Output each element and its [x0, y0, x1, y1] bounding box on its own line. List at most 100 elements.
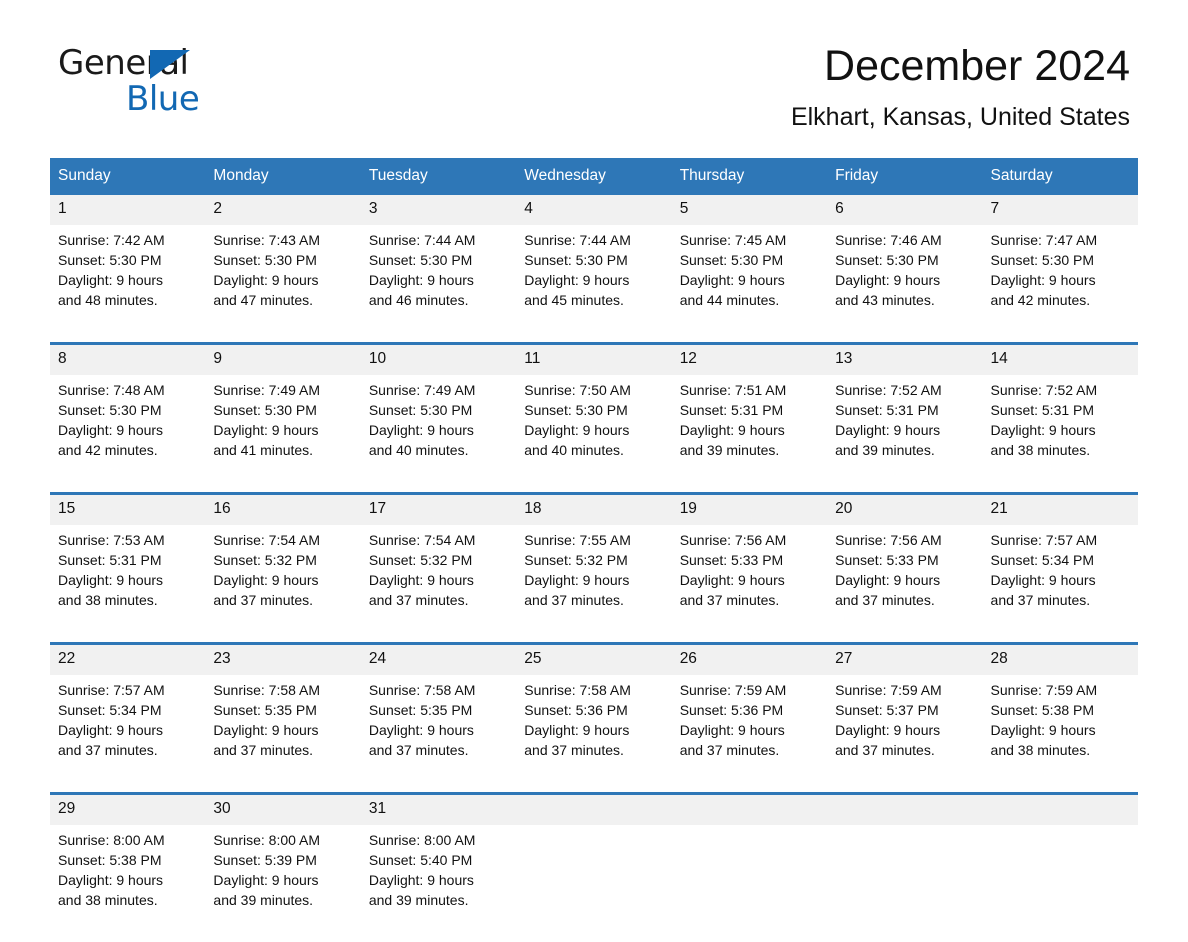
day-number[interactable]: 26: [671, 642, 828, 675]
day-number[interactable]: 4: [516, 195, 672, 225]
day-cell[interactable]: Sunrise: 7:52 AM Sunset: 5:31 PM Dayligh…: [827, 375, 983, 494]
daylight-text: Daylight: 9 hours: [524, 572, 630, 588]
day-number[interactable]: 6: [827, 195, 983, 225]
daylight-text: Daylight: 9 hours: [679, 272, 785, 288]
day-cell[interactable]: Sunrise: 7:56 AM Sunset: 5:33 PM Dayligh…: [671, 525, 828, 644]
week-daynum-row: 15 16 17 18 19 20 21: [50, 492, 1138, 525]
day-cell[interactable]: Sunrise: 7:49 AM Sunset: 5:30 PM Dayligh…: [360, 375, 517, 494]
day-number[interactable]: 13: [827, 342, 983, 375]
daylight-text-cont: and 37 minutes.: [58, 742, 158, 758]
daylight-text: Daylight: 9 hours: [58, 722, 164, 738]
day-cell[interactable]: Sunrise: 7:58 AM Sunset: 5:35 PM Dayligh…: [360, 675, 517, 794]
day-cell[interactable]: Sunrise: 7:54 AM Sunset: 5:32 PM Dayligh…: [205, 525, 361, 644]
day-number[interactable]: 9: [205, 342, 361, 375]
day-cell[interactable]: Sunrise: 7:57 AM Sunset: 5:34 PM Dayligh…: [50, 675, 206, 794]
week-detail-row: Sunrise: 7:48 AM Sunset: 5:30 PM Dayligh…: [50, 375, 1138, 494]
day-number[interactable]: 22: [50, 642, 206, 675]
day-number[interactable]: 14: [982, 342, 1138, 375]
daylight-text-cont: and 37 minutes.: [524, 592, 624, 608]
day-cell[interactable]: Sunrise: 7:53 AM Sunset: 5:31 PM Dayligh…: [50, 525, 206, 644]
sunset-text: Sunset: 5:31 PM: [679, 402, 784, 418]
daylight-text: Daylight: 9 hours: [835, 272, 941, 288]
day-cell[interactable]: Sunrise: 7:58 AM Sunset: 5:36 PM Dayligh…: [516, 675, 672, 794]
day-cell[interactable]: Sunrise: 7:42 AM Sunset: 5:30 PM Dayligh…: [50, 225, 206, 344]
day-number[interactable]: 8: [50, 342, 206, 375]
day-number[interactable]: 20: [827, 492, 983, 525]
day-cell[interactable]: Sunrise: 7:45 AM Sunset: 5:30 PM Dayligh…: [671, 225, 828, 344]
sunrise-text: Sunrise: 7:54 AM: [213, 532, 321, 548]
daylight-text-cont: and 37 minutes.: [679, 592, 780, 608]
daylight-text: Daylight: 9 hours: [213, 722, 319, 738]
day-cell[interactable]: Sunrise: 7:59 AM Sunset: 5:37 PM Dayligh…: [827, 675, 983, 794]
day-cell[interactable]: Sunrise: 8:00 AM Sunset: 5:40 PM Dayligh…: [360, 825, 517, 942]
daylight-text: Daylight: 9 hours: [58, 872, 164, 888]
day-number[interactable]: 23: [205, 642, 361, 675]
sunset-text: Sunset: 5:30 PM: [213, 252, 317, 268]
sunrise-text: Sunrise: 8:00 AM: [58, 832, 165, 848]
sunset-text: Sunset: 5:31 PM: [835, 402, 939, 418]
day-number-empty: [827, 792, 983, 825]
sunrise-text: Sunrise: 7:42 AM: [58, 232, 165, 248]
day-number[interactable]: 15: [50, 492, 206, 525]
day-cell[interactable]: Sunrise: 7:54 AM Sunset: 5:32 PM Dayligh…: [360, 525, 517, 644]
day-number[interactable]: 2: [205, 195, 361, 225]
day-number[interactable]: 27: [827, 642, 983, 675]
daylight-text-cont: and 39 minutes.: [368, 892, 469, 908]
daylight-text: Daylight: 9 hours: [213, 572, 319, 588]
day-number[interactable]: 28: [982, 642, 1138, 675]
day-number[interactable]: 21: [982, 492, 1138, 525]
day-cell[interactable]: Sunrise: 7:47 AM Sunset: 5:30 PM Dayligh…: [982, 225, 1138, 344]
day-number[interactable]: 17: [360, 492, 517, 525]
day-number[interactable]: 24: [360, 642, 517, 675]
weekday-header-sunday: Sunday: [50, 158, 206, 195]
day-number[interactable]: 3: [360, 195, 517, 225]
day-cell[interactable]: Sunrise: 7:51 AM Sunset: 5:31 PM Dayligh…: [671, 375, 828, 494]
day-number[interactable]: 25: [516, 642, 672, 675]
day-cell[interactable]: Sunrise: 7:52 AM Sunset: 5:31 PM Dayligh…: [982, 375, 1138, 494]
day-cell[interactable]: Sunrise: 7:49 AM Sunset: 5:30 PM Dayligh…: [205, 375, 361, 494]
sunrise-text: Sunrise: 7:58 AM: [368, 682, 476, 698]
day-number[interactable]: 10: [360, 342, 517, 375]
sunrise-text: Sunrise: 7:56 AM: [835, 532, 942, 548]
daylight-text-cont: and 40 minutes.: [524, 442, 624, 458]
day-cell[interactable]: Sunrise: 7:46 AM Sunset: 5:30 PM Dayligh…: [827, 225, 983, 344]
daylight-text-cont: and 42 minutes.: [58, 442, 158, 458]
day-number[interactable]: 12: [671, 342, 828, 375]
day-cell[interactable]: Sunrise: 7:59 AM Sunset: 5:38 PM Dayligh…: [982, 675, 1138, 794]
day-number-empty: [516, 792, 672, 825]
sunset-text: Sunset: 5:30 PM: [368, 402, 473, 418]
day-cell[interactable]: Sunrise: 7:57 AM Sunset: 5:34 PM Dayligh…: [982, 525, 1138, 644]
daylight-text-cont: and 40 minutes.: [368, 442, 469, 458]
day-cell[interactable]: Sunrise: 7:56 AM Sunset: 5:33 PM Dayligh…: [827, 525, 983, 644]
day-number[interactable]: 29: [50, 792, 206, 825]
day-number[interactable]: 30: [205, 792, 361, 825]
sunset-text: Sunset: 5:36 PM: [524, 702, 628, 718]
day-cell[interactable]: Sunrise: 7:48 AM Sunset: 5:30 PM Dayligh…: [50, 375, 206, 494]
daylight-text-cont: and 39 minutes.: [835, 442, 935, 458]
day-cell[interactable]: Sunrise: 7:59 AM Sunset: 5:36 PM Dayligh…: [671, 675, 828, 794]
day-cell[interactable]: Sunrise: 7:55 AM Sunset: 5:32 PM Dayligh…: [516, 525, 672, 644]
day-cell[interactable]: Sunrise: 7:50 AM Sunset: 5:30 PM Dayligh…: [516, 375, 672, 494]
day-cell[interactable]: Sunrise: 7:44 AM Sunset: 5:30 PM Dayligh…: [360, 225, 517, 344]
day-cell[interactable]: Sunrise: 8:00 AM Sunset: 5:39 PM Dayligh…: [205, 825, 361, 942]
day-cell[interactable]: Sunrise: 7:58 AM Sunset: 5:35 PM Dayligh…: [205, 675, 361, 794]
day-number[interactable]: 16: [205, 492, 361, 525]
sunset-text: Sunset: 5:39 PM: [213, 852, 317, 868]
day-cell[interactable]: Sunrise: 7:44 AM Sunset: 5:30 PM Dayligh…: [516, 225, 672, 344]
day-number[interactable]: 11: [516, 342, 672, 375]
day-number[interactable]: 1: [50, 195, 206, 225]
day-number[interactable]: 5: [671, 195, 828, 225]
day-number[interactable]: 18: [516, 492, 672, 525]
weekday-header-saturday: Saturday: [982, 158, 1138, 195]
day-number[interactable]: 31: [360, 792, 517, 825]
day-cell-empty: [516, 825, 672, 942]
daylight-text-cont: and 37 minutes.: [368, 742, 469, 758]
day-cell[interactable]: Sunrise: 8:00 AM Sunset: 5:38 PM Dayligh…: [50, 825, 206, 942]
day-number-empty: [671, 792, 828, 825]
day-number[interactable]: 19: [671, 492, 828, 525]
weekday-header-tuesday: Tuesday: [360, 158, 517, 195]
day-number[interactable]: 7: [982, 195, 1138, 225]
day-cell[interactable]: Sunrise: 7:43 AM Sunset: 5:30 PM Dayligh…: [205, 225, 361, 344]
page-title: December 2024: [824, 42, 1130, 90]
daylight-text-cont: and 38 minutes.: [990, 442, 1091, 458]
